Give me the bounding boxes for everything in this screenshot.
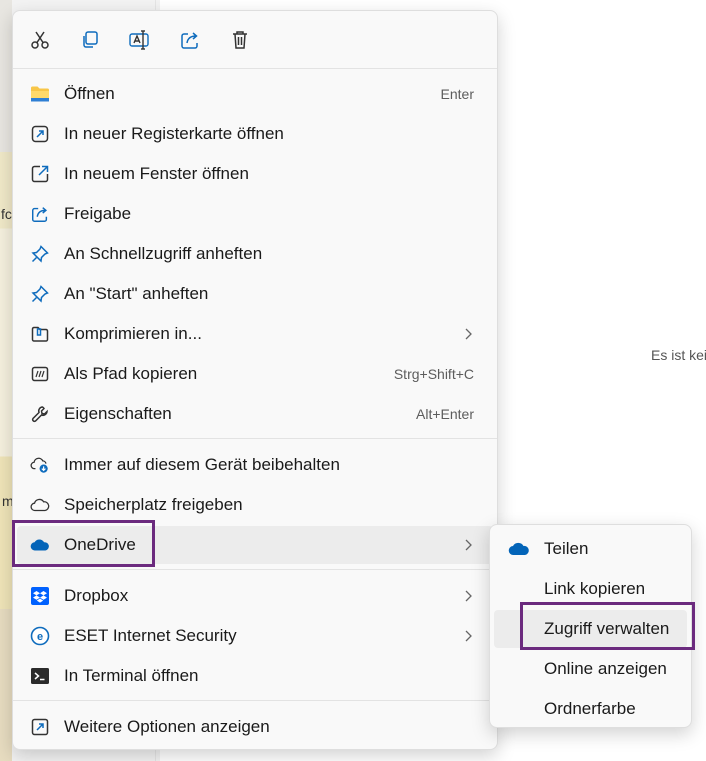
menu-item-shortcut: Strg+Shift+C (393, 366, 474, 382)
share-icon (181, 32, 198, 49)
menu-item-label: Freigabe (64, 204, 132, 223)
menu-item-label: Speicherplatz freigeben (64, 495, 243, 514)
menu-item-label: Als Pfad kopieren (64, 364, 198, 383)
menu-item-open[interactable]: Öffnen Enter (17, 75, 493, 113)
separator (13, 68, 497, 69)
menu-item-label: Weitere Optionen anzeigen (64, 717, 270, 736)
chevron-right-icon (465, 539, 472, 551)
menu-item-compress[interactable]: Komprimieren in... (17, 315, 493, 353)
submenu-item-label: Teilen (544, 539, 589, 558)
share-icon (30, 204, 50, 224)
copy-icon (83, 31, 98, 48)
menu-item-label: An Schnellzugriff anheften (64, 244, 263, 263)
menu-item-label: Eigenschaften (64, 404, 172, 423)
chevron-right-icon (465, 328, 472, 340)
onedrive-highlight-box (12, 520, 155, 567)
menu-item-share[interactable]: Freigabe (17, 195, 493, 233)
chevron-right-icon (465, 630, 472, 642)
menu-item-label: In neuer Registerkarte öffnen (64, 124, 284, 143)
menu-item-eset[interactable]: e ESET Internet Security (17, 617, 493, 655)
menu-item-pin-start[interactable]: An "Start" anheften (17, 275, 493, 313)
pin-icon (30, 284, 50, 304)
separator (13, 438, 497, 439)
share-button[interactable] (175, 25, 205, 55)
menu-item-shortcut: Enter (440, 86, 474, 102)
menu-item-shortcut: Alt+Enter (416, 406, 474, 422)
wrench-icon (30, 404, 50, 424)
manage-access-highlight-box (520, 602, 695, 650)
cloud-download-icon (30, 455, 50, 475)
rename-button[interactable] (125, 25, 155, 55)
separator (13, 700, 497, 701)
terminal-icon (30, 666, 50, 686)
menu-item-label: Komprimieren in... (64, 324, 202, 343)
cloud-outline-icon (30, 495, 50, 515)
submenu-item-label: Ordnerfarbe (544, 699, 636, 718)
menu-item-pin-quick-access[interactable]: An Schnellzugriff anheften (17, 235, 493, 273)
folder-icon (30, 84, 50, 104)
eset-icon: e (30, 626, 50, 646)
empty-folder-message: Es ist kei (651, 347, 706, 363)
path-icon (30, 364, 50, 384)
menu-item-properties[interactable]: Eigenschaften Alt+Enter (17, 395, 493, 433)
scissors-icon (31, 31, 49, 49)
submenu-item-view-online[interactable]: Online anzeigen (494, 650, 687, 688)
pin-icon (30, 244, 50, 264)
menu-item-open-new-tab[interactable]: In neuer Registerkarte öffnen (17, 115, 493, 153)
rename-icon (129, 30, 149, 50)
dropbox-icon (30, 586, 50, 606)
submenu-item-label: Online anzeigen (544, 659, 667, 678)
onedrive-icon (508, 542, 529, 556)
trash-icon (233, 31, 247, 49)
quick-action-bar (13, 11, 497, 67)
menu-item-terminal[interactable]: In Terminal öffnen (17, 657, 493, 695)
context-menu: Öffnen Enter In neuer Registerkarte öffn… (12, 10, 498, 750)
menu-item-open-new-window[interactable]: In neuem Fenster öffnen (17, 155, 493, 193)
background-fragment: fc (1, 206, 12, 222)
menu-item-copy-path[interactable]: Als Pfad kopieren Strg+Shift+C (17, 355, 493, 393)
menu-item-label: Öffnen (64, 84, 115, 103)
more-options-icon (30, 717, 50, 737)
svg-text:e: e (37, 631, 43, 643)
menu-item-label: Immer auf diesem Gerät beibehalten (64, 455, 340, 474)
separator (13, 569, 497, 570)
submenu-item-folder-color[interactable]: Ordnerfarbe (494, 690, 687, 728)
menu-item-dropbox[interactable]: Dropbox (17, 577, 493, 615)
menu-item-label: ESET Internet Security (64, 626, 237, 645)
submenu-item-share[interactable]: Teilen (494, 530, 687, 568)
cut-button[interactable] (25, 25, 55, 55)
menu-item-free-space[interactable]: Speicherplatz freigeben (17, 486, 493, 524)
menu-item-label: In Terminal öffnen (64, 666, 199, 685)
copy-button[interactable] (75, 25, 105, 55)
menu-item-label: An "Start" anheften (64, 284, 209, 303)
chevron-right-icon (465, 590, 472, 602)
menu-item-label: Dropbox (64, 586, 129, 605)
file-list-strip (0, 0, 12, 761)
new-window-icon (30, 164, 50, 184)
zip-icon (30, 324, 50, 344)
delete-button[interactable] (225, 25, 255, 55)
menu-item-label: In neuem Fenster öffnen (64, 164, 249, 183)
menu-item-more-options[interactable]: Weitere Optionen anzeigen (17, 708, 493, 746)
menu-item-always-keep[interactable]: Immer auf diesem Gerät beibehalten (17, 446, 493, 484)
new-tab-icon (30, 124, 50, 144)
